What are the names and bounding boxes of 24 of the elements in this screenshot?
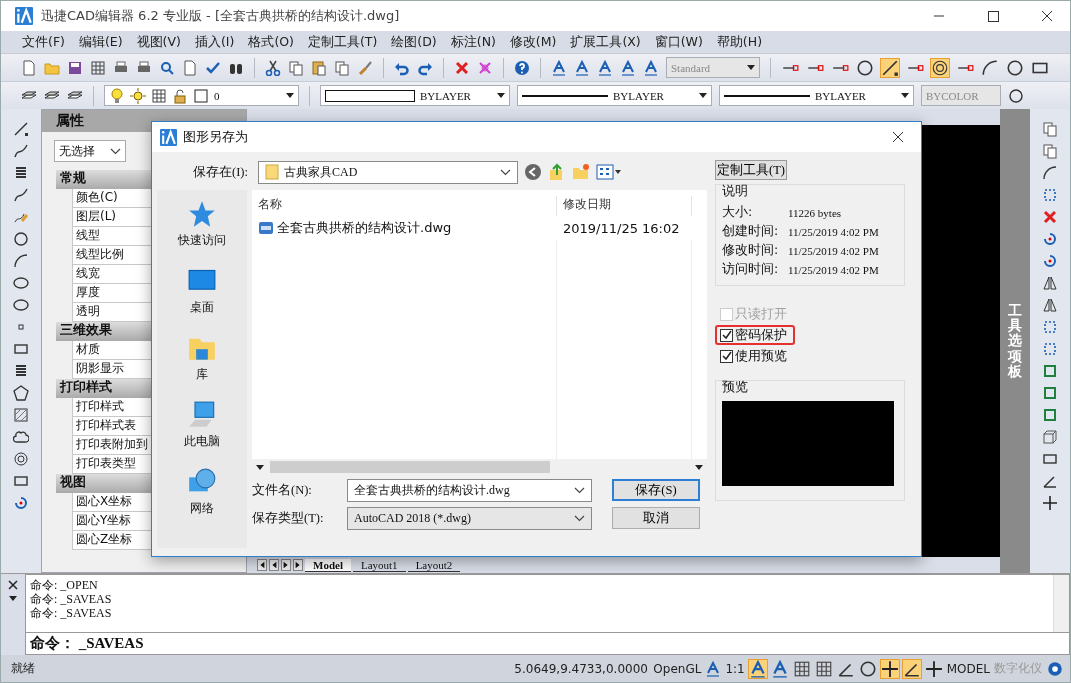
field-label: 保存在(I): <box>192 163 249 181</box>
checkbox-label: 使用预览 <box>735 347 787 365</box>
command-line: 命令: _OPEN <box>30 578 99 592</box>
info-label: 访问时间: <box>722 261 780 278</box>
info-value: 11/25/2019 4:02 PM <box>788 244 879 257</box>
field-label: 文件名(N): <box>252 481 313 499</box>
info-value: 11/25/2019 4:02 PM <box>788 263 879 276</box>
info-value: 11226 bytes <box>788 206 842 219</box>
info-label: 大小: <box>722 204 754 221</box>
info-label: 创建时间: <box>722 223 780 240</box>
file-date: 2019/11/25 16:02 <box>562 220 680 236</box>
command-line: 命令: _SAVEAS <box>30 592 113 606</box>
group-title: 说明 <box>722 183 749 200</box>
command-line: 命令: _SAVEAS <box>30 606 113 620</box>
group-title: 预览 <box>722 379 749 396</box>
coordinates: 5.0649,9.4733,0.0000 <box>514 661 649 676</box>
palette-title: 工具选项板 <box>1008 302 1022 380</box>
info-label: 修改时间: <box>722 242 780 259</box>
checkbox-label: 密码保护 <box>735 326 787 344</box>
window-title: 迅捷CAD编辑器 6.2 专业版 - [全套古典拱桥的结构设计.dwg] <box>41 7 401 25</box>
status-message: 就绪 <box>11 660 36 677</box>
checkbox-label: 只读打开 <box>735 305 787 323</box>
field-label: 保存类型(T): <box>252 509 325 527</box>
info-value: 11/25/2019 4:02 PM <box>788 225 879 238</box>
